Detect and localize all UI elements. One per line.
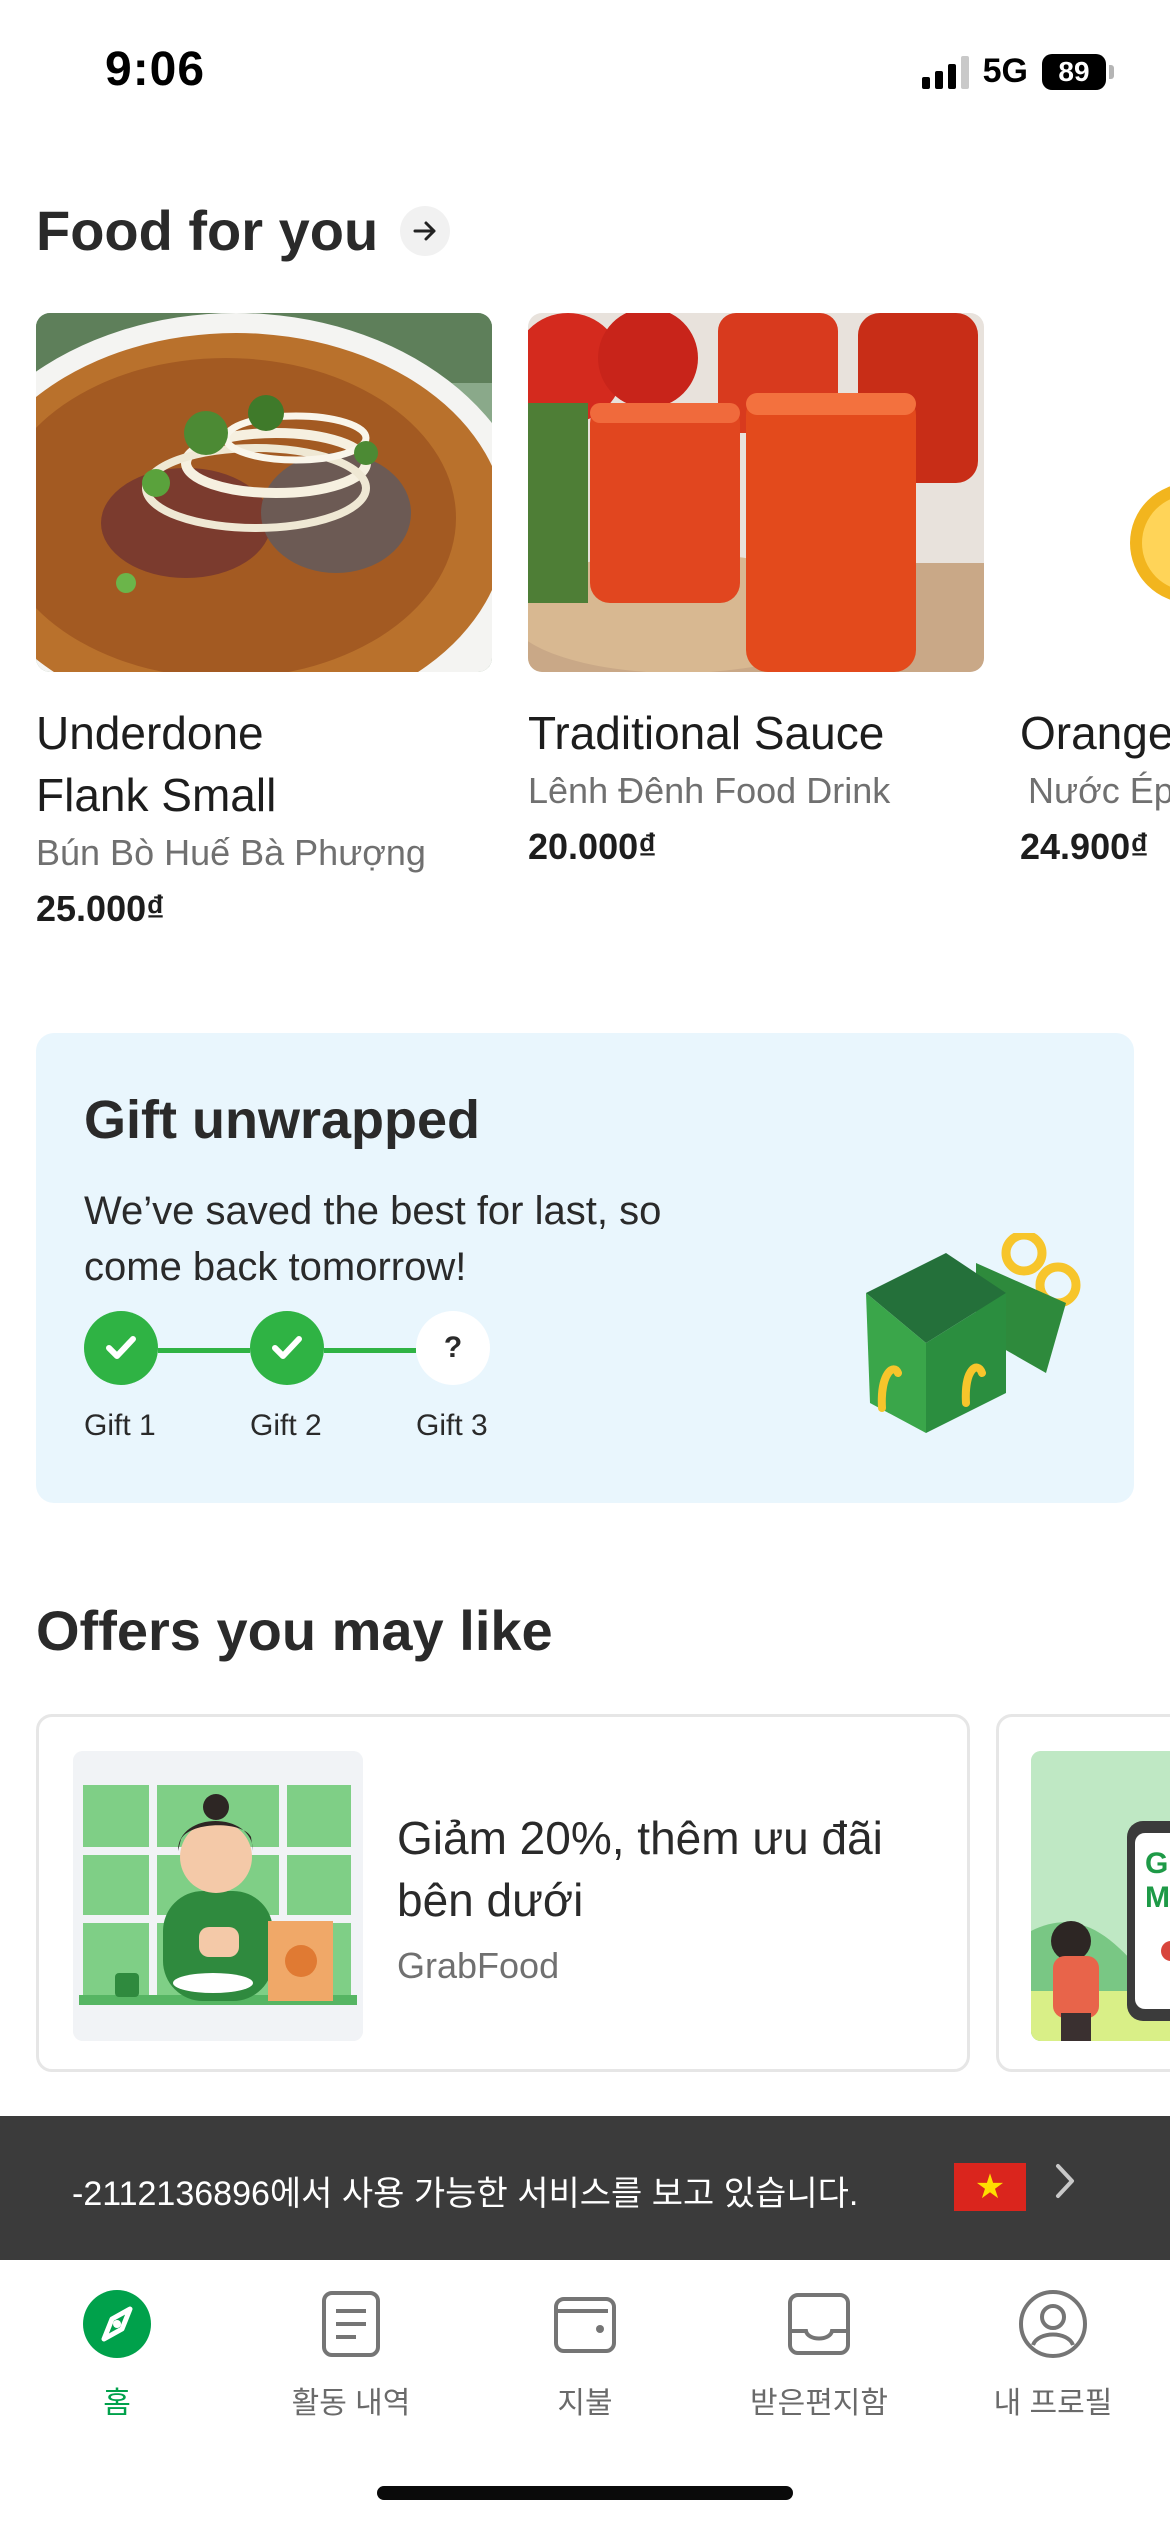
offers-carousel[interactable]: Giảm 20%, thêm ưu đãi bên dưới GrabFood … [0, 1714, 1170, 2074]
gift-step-label: Gift 2 [250, 1409, 322, 1442]
status-indicators: 5G 89 [921, 52, 1114, 91]
tab-label: 내 프로필 [993, 2387, 1113, 2420]
battery-icon: 89 [1042, 53, 1114, 90]
gift-step-1 [84, 1311, 158, 1385]
food-section-arrow-button[interactable] [400, 206, 450, 256]
inbox-icon [783, 2288, 855, 2360]
network-type: 5G [982, 52, 1028, 90]
food-shop: Nước Ép [1028, 770, 1170, 811]
food-name: Traditional Sauce [528, 702, 988, 764]
gift-step-label: Gift 1 [84, 1409, 156, 1442]
wallet-icon [549, 2288, 621, 2360]
tab-activity[interactable]: 활동 내역 [234, 2288, 468, 2422]
food-card[interactable]: Orange Nước Ép 24.900₫ [1020, 313, 1170, 868]
food-image-tomato-juice [528, 313, 984, 672]
food-price: 25.000₫ [36, 888, 165, 929]
gift-banner[interactable]: Gift unwrapped We’ve saved the best for … [36, 1033, 1134, 1503]
food-image-noodle-soup [36, 313, 492, 672]
offers-section-title: Offers you may like [36, 1599, 553, 1662]
food-name-line: Traditional Sauce [528, 707, 885, 759]
signal-icon [921, 55, 969, 89]
food-name: Underdone Flank Small [36, 702, 496, 826]
progress-line [158, 1348, 250, 1353]
gift-title: Gift unwrapped [84, 1090, 480, 1150]
food-shop: Lênh Đênh Food Drink [528, 770, 891, 811]
food-name-line: Flank Small [36, 769, 277, 821]
chevron-right-icon [1050, 2158, 1080, 2215]
profile-icon [1017, 2288, 1089, 2360]
tab-label: 받은편지함 [750, 2387, 888, 2420]
offer-card[interactable]: Giảm 20%, thêm ưu đãi bên dưới GrabFood [36, 1714, 970, 2072]
food-card[interactable]: Traditional Sauce Lênh Đênh Food Drink 2… [528, 313, 984, 868]
tab-label: 활동 내역 [291, 2387, 411, 2420]
food-shop: Bún Bò Huế Bà Phượng [36, 832, 426, 873]
gift-step-2 [250, 1311, 324, 1385]
check-icon [106, 1336, 136, 1359]
food-image-orange [1020, 313, 1170, 672]
offer-brand: GrabFood [397, 1945, 560, 1986]
food-name-line: Underdone [36, 707, 264, 759]
tab-label: 지불 [557, 2387, 613, 2420]
offer-title: Giảm 20%, thêm ưu đãi bên dưới [397, 1812, 883, 1926]
tab-inbox[interactable]: 받은편지함 [702, 2288, 936, 2422]
vietnam-flag-icon: ★ [954, 2163, 1026, 2211]
status-time: 9:06 [105, 43, 206, 96]
tab-payment[interactable]: 지불 [468, 2288, 702, 2422]
battery-level: 89 [1042, 53, 1106, 90]
food-name-line: Orange [1020, 707, 1170, 759]
gift-step-3: ? [416, 1311, 490, 1385]
gift-step-label: Gift 3 [416, 1409, 488, 1442]
compass-icon [81, 2288, 153, 2360]
food-price: 20.000₫ [528, 826, 657, 867]
location-banner-text: -2112136896에서 사용 가능한 서비스를 보고 있습니다. [72, 2175, 859, 2213]
tab-profile[interactable]: 내 프로필 [936, 2288, 1170, 2422]
food-carousel[interactable]: Underdone Flank Small Bún Bò Huế Bà Phượ… [0, 313, 1170, 953]
food-card[interactable]: Underdone Flank Small Bún Bò Huế Bà Phượ… [36, 313, 492, 930]
location-banner[interactable]: -2112136896에서 사용 가능한 서비스를 보고 있습니다. ★ [0, 2116, 1170, 2260]
tab-home[interactable]: 홈 [0, 2288, 234, 2422]
food-section-title: Food for you [36, 199, 379, 262]
tab-label: 홈 [103, 2387, 131, 2420]
home-indicator [377, 2486, 793, 2500]
arrow-right-icon [413, 221, 436, 241]
progress-line [324, 1348, 416, 1353]
food-name: Orange [1020, 702, 1170, 764]
activity-list-icon [315, 2288, 387, 2360]
offer-image-text: Gr Mo [1145, 1847, 1170, 1914]
status-bar: 9:06 5G 89 [0, 0, 1170, 140]
gift-box-icon [866, 1233, 1081, 1433]
gift-subtitle: We’ve saved the best for last, so come b… [84, 1189, 662, 1289]
offer-card[interactable]: Gr Mo [996, 1714, 1170, 2072]
offer-image-phone-promo: Gr Mo [1031, 1751, 1170, 2041]
check-icon [272, 1336, 302, 1359]
gift-progress: ? Gift 1 Gift 2 Gift 3 [84, 1311, 504, 1451]
offer-image-woman-eating [73, 1751, 363, 2041]
food-price: 24.900₫ [1020, 826, 1149, 867]
